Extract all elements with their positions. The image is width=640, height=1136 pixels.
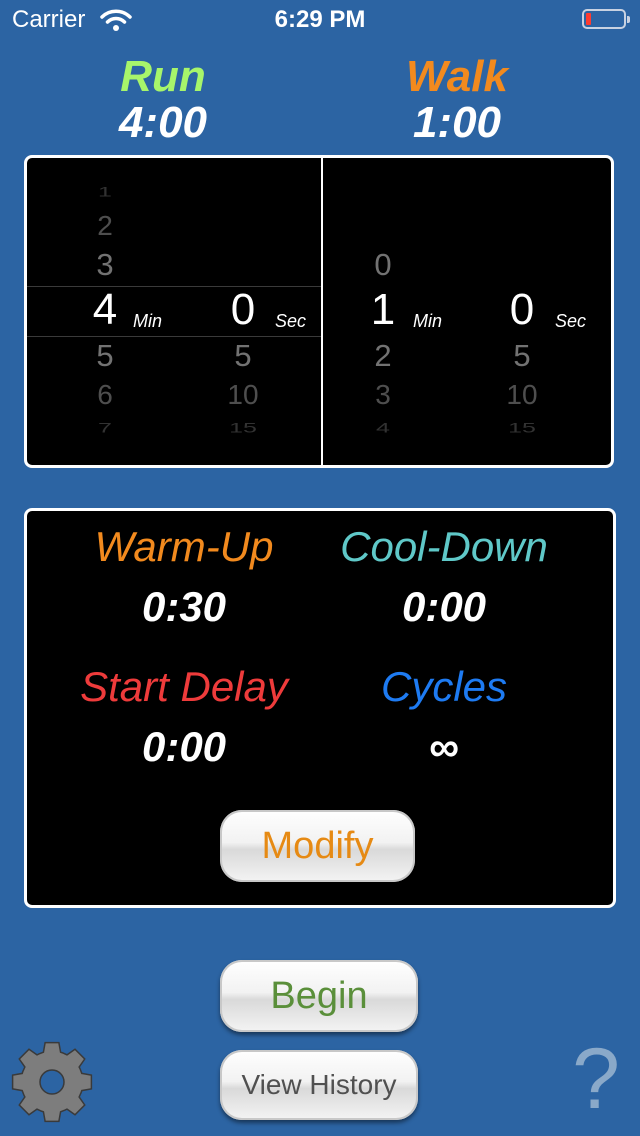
interval-picker: 1234567 Min 0 5 10 15 Sec 01234 Min 0 5 10 15 … (24, 155, 614, 468)
cycles-value: ∞ (429, 723, 459, 770)
run-label: Run (120, 52, 206, 101)
start-delay-label: Start Delay (80, 663, 288, 710)
wheel-item: 1 (98, 184, 112, 200)
cooldown-value: 0:00 (401, 583, 487, 630)
wheel-item: 15 (508, 420, 536, 437)
wheel-item: 5 (513, 337, 531, 373)
wheel-item: 7 (98, 420, 112, 437)
wheel-item: 3 (375, 378, 391, 410)
status-bar: Carrier 6:29 PM (0, 0, 640, 40)
warmup-label: Warm-Up (94, 523, 274, 570)
begin-button[interactable]: Begin (220, 960, 418, 1032)
cooldown-label: Cool-Down (340, 523, 548, 570)
status-time: 6:29 PM (274, 6, 366, 33)
wheel-item: 0 (509, 284, 535, 334)
walk-label: Walk (406, 52, 508, 101)
walk-time: 1:00 (412, 98, 502, 147)
wheel-item: 5 (234, 337, 252, 373)
wheel-item: 10 (506, 378, 538, 410)
walk-seconds-wheel[interactable]: 0 5 10 15 (492, 158, 552, 465)
wheel-item: 5 (96, 337, 114, 373)
run-seconds-wheel[interactable]: 0 5 10 15 (213, 158, 273, 465)
gear-icon[interactable] (10, 1040, 94, 1124)
run-time: 4:00 (118, 98, 208, 147)
battery-icon (582, 9, 630, 29)
run-sec-unit: Sec (275, 311, 307, 331)
walk-minutes-wheel[interactable]: 012 3 4 (353, 158, 413, 465)
start-delay-value: 0:00 (141, 723, 227, 770)
walk-sec-unit: Sec (555, 311, 587, 331)
run-minutes-wheel[interactable]: 1 2 345 6 7 (75, 158, 135, 465)
selection-line (27, 336, 321, 337)
wheel-item: 2 (97, 209, 113, 241)
wheel-item: 4 (376, 420, 390, 437)
wheel-item: 3 (96, 247, 114, 283)
cycles-label: Cycles (380, 663, 508, 710)
wheel-item: 10 (227, 378, 259, 410)
wheel-item: 15 (229, 420, 257, 437)
modify-button[interactable]: Modify (220, 810, 415, 882)
wheel-item: 6 (97, 378, 113, 410)
help-icon[interactable]: ? (566, 1030, 626, 1130)
wheel-item: 4 (92, 284, 118, 334)
view-history-button[interactable]: View History (220, 1050, 418, 1120)
run-min-unit: Min (133, 311, 163, 331)
walk-min-unit: Min (413, 311, 443, 331)
wheel-item: 1 (370, 284, 396, 334)
wheel-item: 0 (374, 247, 392, 283)
selection-line (27, 286, 321, 287)
warmup-value: 0:30 (141, 583, 227, 630)
wheel-item: 2 (374, 337, 392, 373)
wheel-item: 0 (230, 284, 256, 334)
picker-divider (321, 158, 323, 465)
